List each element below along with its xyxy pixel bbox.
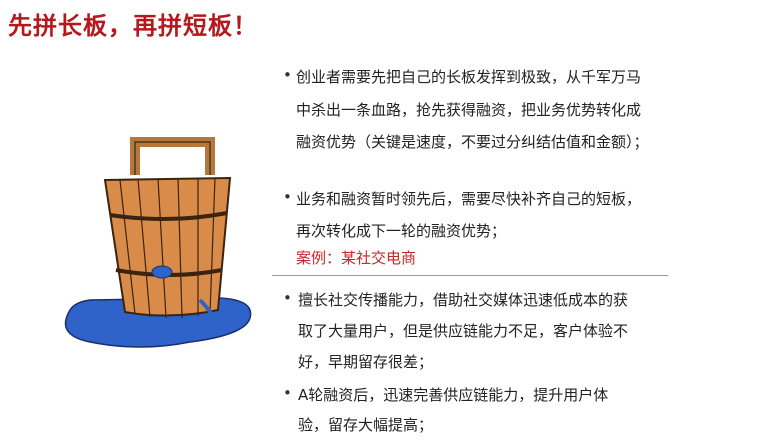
text-line: 好，早期留存很差；: [298, 353, 434, 371]
bucket-handle: [130, 137, 215, 175]
text-line: 融资优势（关键是速度，不要过分纠结估值和金额）；: [296, 133, 649, 151]
text-line: 验，留存大幅提高；: [298, 416, 434, 434]
divider: [272, 275, 668, 276]
text-line: 再次转化成下一轮的融资优势；: [296, 222, 507, 240]
text-line: 创业者需要先把自己的长板发挥到极致，从千军万马: [296, 68, 642, 86]
bullet-dot: •: [283, 289, 292, 307]
bullet-dot: •: [283, 384, 292, 402]
case-label: 案例：某社交电商: [296, 249, 417, 267]
text-line: A轮融资后，迅速完善供应链能力，提升用户体: [298, 386, 609, 404]
leaking-bucket-icon: [64, 137, 252, 348]
text-line: 业务和融资暂时领先后，需要尽快补齐自己的短板，: [296, 190, 642, 208]
bullet-dot: •: [283, 188, 292, 206]
slide-title: 先拼长板，再拼短板！: [8, 12, 258, 40]
text-line: 取了大量用户，但是供应链能力不足，客户体验不: [298, 322, 629, 340]
text-line: 中杀出一条血路，抢先获得融资，把业务优势转化成: [296, 101, 642, 119]
bullet-dot: •: [283, 66, 292, 84]
text-line: 擅长社交传播能力，借助社交媒体迅速低成本的获: [298, 291, 629, 309]
